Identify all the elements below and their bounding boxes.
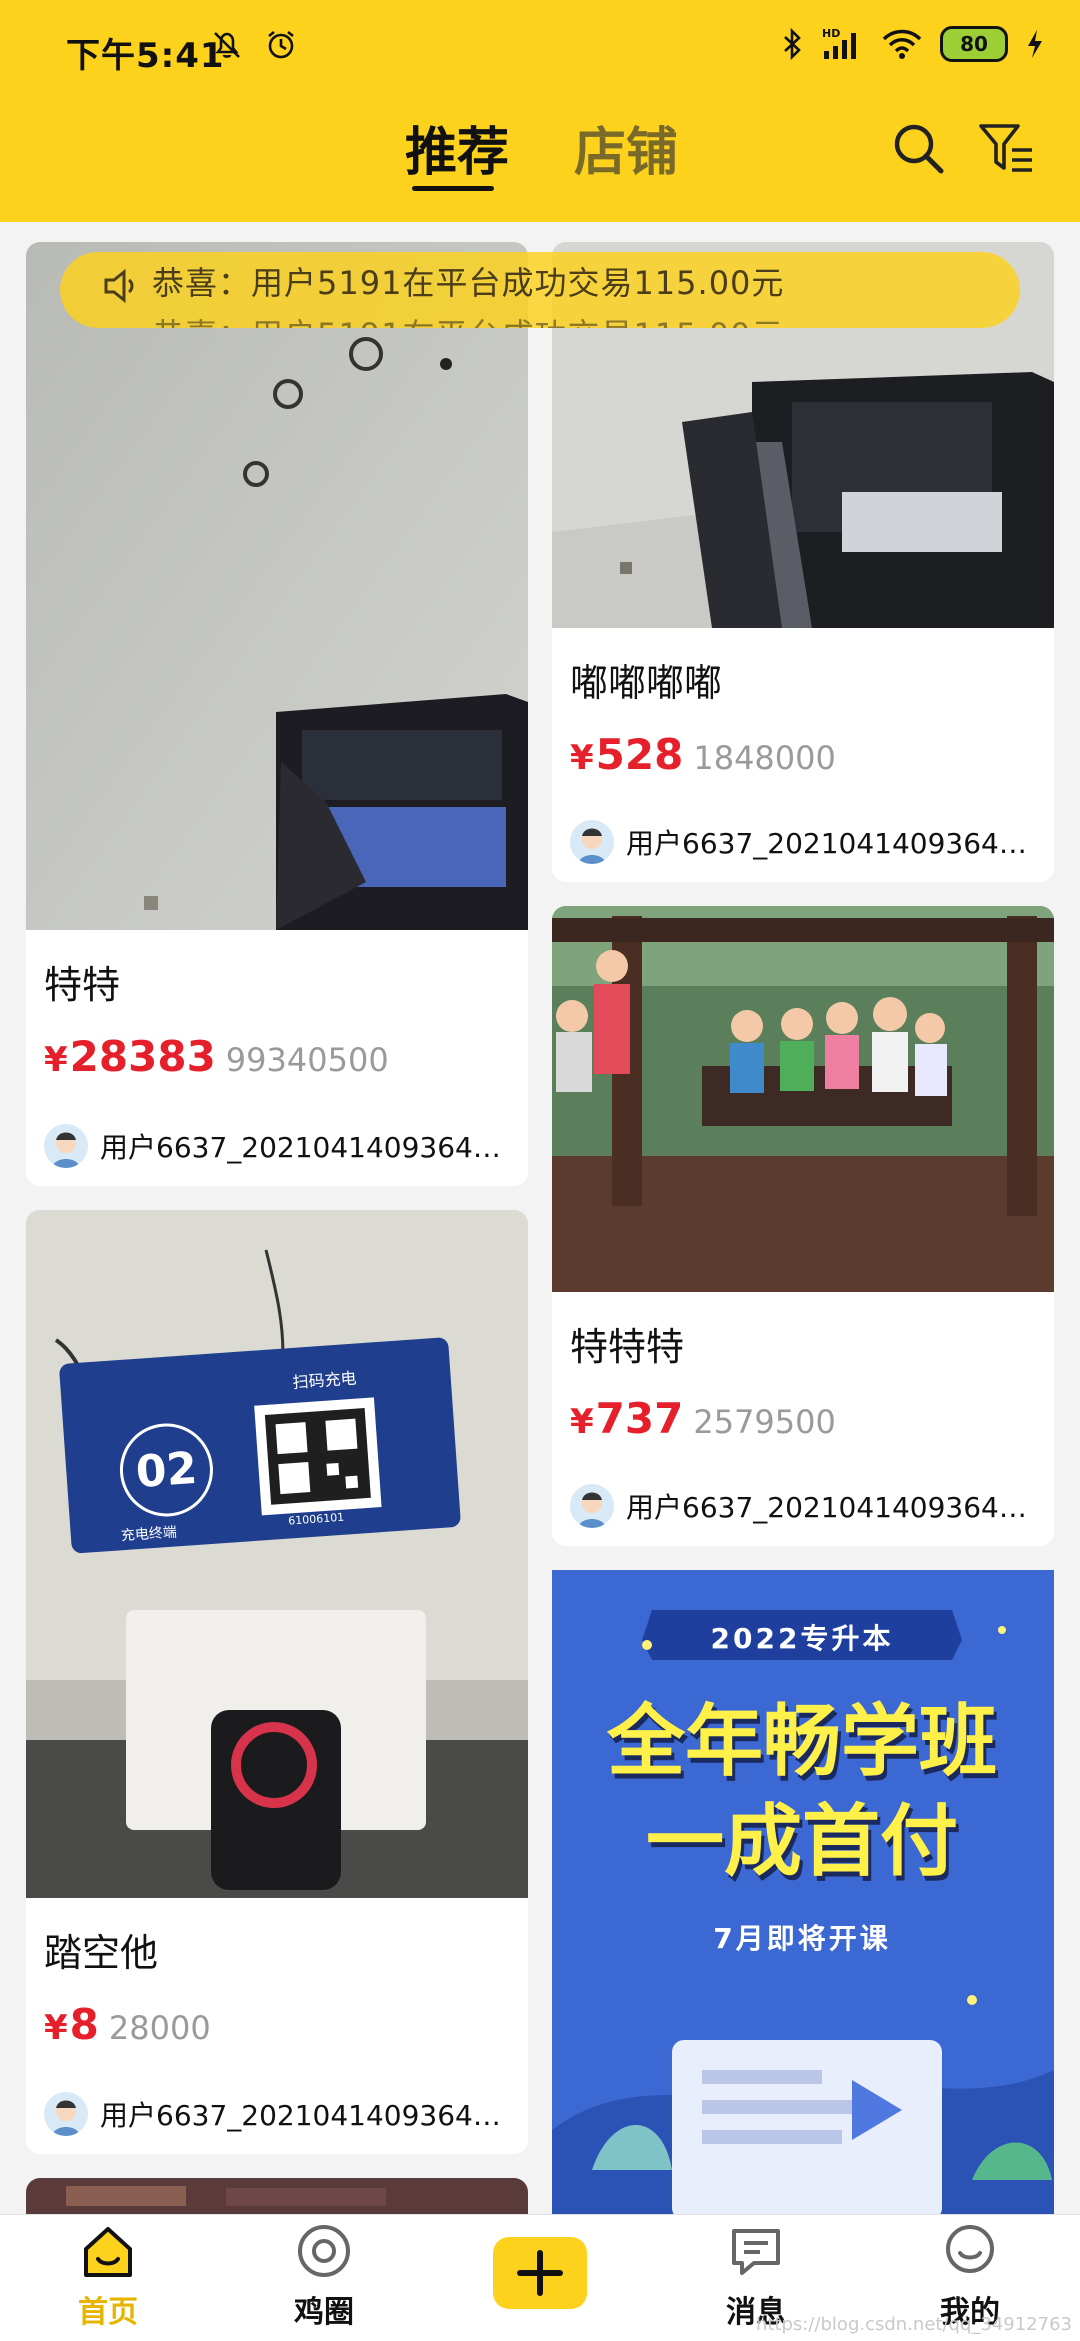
seller-row[interactable]: 用户6637_20210414093642... — [570, 820, 1030, 864]
notice-text-next: 恭喜：用户5191在平台成功交易115.00元 — [152, 310, 784, 328]
avatar — [44, 2092, 88, 2136]
product-card-1[interactable]: 特特 ¥ 28383 99340500 用户6637_2021041409364… — [26, 242, 528, 1186]
ad-sub: 7月即将开课 — [713, 1922, 890, 1955]
product-card-2[interactable]: 嘟嘟嘟嘟 ¥ 528 1848000 用户6637_20210414093642… — [552, 242, 1054, 882]
top-bar: 下午5:41 HD 80 推荐 店铺 — [0, 0, 1080, 222]
ad-banner-image: 2022专升本 全年畅学班 全年畅学班 一成首付 一成首付 7月即将开课 — [552, 1570, 1054, 2238]
product-title: 特特 — [44, 963, 121, 1007]
price-row: ¥ 8 28000 — [44, 2000, 211, 2049]
tab-recommend[interactable]: 推荐 — [405, 110, 509, 185]
profile-icon — [946, 2225, 994, 2273]
seller-name: 用户6637_20210414093642... — [626, 827, 1030, 860]
charging-icon — [1028, 30, 1042, 58]
price: 528 — [595, 730, 684, 779]
svg-text:HD: HD — [822, 27, 840, 40]
avatar — [44, 1124, 88, 1168]
seller-row[interactable]: 用户6637_20210414093642... — [570, 1484, 1030, 1528]
nav-circle[interactable]: 鸡圈 — [254, 2223, 394, 2331]
original-price: 28000 — [108, 2009, 211, 2047]
avatar — [570, 1484, 614, 1528]
price-row: ¥ 737 2579500 — [570, 1394, 836, 1443]
seller-name: 用户6637_20210414093642... — [100, 1131, 504, 1164]
avatar — [570, 820, 614, 864]
transaction-notice-marquee[interactable]: 恭喜：用户5191在平台成功交易115.00元 恭喜：用户5191在平台成功交易… — [60, 252, 1020, 328]
message-icon — [732, 2229, 780, 2275]
product-card-3[interactable]: 02 扫码充电 充电终端 61006101 踏空他 ¥ 8 28000 用户66… — [26, 1210, 528, 2154]
price: 8 — [69, 2000, 99, 2049]
currency-symbol: ¥ — [44, 2008, 68, 2048]
price-row: ¥ 528 1848000 — [570, 730, 836, 779]
active-tab-indicator — [412, 186, 494, 191]
currency-symbol: ¥ — [570, 1402, 594, 1442]
product-card-4[interactable]: 特特特 ¥ 737 2579500 用户6637_20210414093642.… — [552, 906, 1054, 1546]
plus-icon — [517, 2250, 563, 2296]
tab-shops[interactable]: 店铺 — [574, 110, 678, 185]
battery-indicator: 80 — [940, 26, 1008, 62]
seller-name: 用户6637_20210414093642... — [100, 2099, 504, 2132]
signal-icon: HD — [822, 27, 856, 59]
ad-line1: 全年畅学班 — [606, 1697, 997, 1787]
notice-text: 恭喜：用户5191在平台成功交易115.00元 — [152, 264, 785, 302]
bottom-navigation: 首页 鸡圈 消息 我的 https://blog.csdn.net/qq_349… — [0, 2214, 1080, 2341]
search-icon[interactable] — [890, 120, 946, 176]
original-price: 2579500 — [693, 1403, 836, 1441]
circle-icon — [298, 2225, 350, 2277]
product-photo: 02 扫码充电 充电终端 61006101 — [26, 1210, 528, 1898]
watermark: https://blog.csdn.net/qq_34912763 — [755, 2314, 1072, 2335]
seller-name: 用户6637_20210414093642... — [626, 1491, 1030, 1524]
original-price: 1848000 — [693, 739, 836, 777]
product-title: 嘟嘟嘟嘟 — [570, 661, 723, 705]
wifi-icon — [882, 29, 922, 59]
product-title: 特特特 — [570, 1325, 685, 1369]
charger-number: 02 — [134, 1443, 199, 1498]
ad-line2: 一成首付 — [646, 1797, 958, 1887]
nav-home-label: 首页 — [78, 2295, 138, 2330]
mute-bell-icon — [214, 32, 240, 58]
home-icon — [84, 2227, 132, 2277]
original-price: 99340500 — [225, 1041, 389, 1079]
nav-circle-label: 鸡圈 — [294, 2295, 354, 2330]
speaker-icon — [104, 268, 134, 304]
product-photo — [26, 242, 528, 930]
publish-button[interactable] — [493, 2237, 587, 2309]
ad-card[interactable]: 2022专升本 全年畅学班 全年畅学班 一成首付 一成首付 7月即将开课 — [552, 1570, 1054, 2238]
status-time: 下午5:41 — [66, 36, 225, 76]
price: 737 — [595, 1394, 684, 1443]
product-photo — [552, 906, 1054, 1292]
bluetooth-icon — [784, 27, 801, 61]
seller-row[interactable]: 用户6637_20210414093642... — [44, 2092, 504, 2136]
price: 28383 — [69, 1032, 216, 1081]
currency-symbol: ¥ — [570, 738, 594, 778]
seller-row[interactable]: 用户6637_20210414093642... — [44, 1124, 504, 1168]
product-title: 踏空他 — [44, 1931, 159, 1975]
alarm-icon — [268, 30, 294, 59]
ad-banner-label: 2022专升本 — [711, 1622, 894, 1655]
nav-home[interactable]: 首页 — [38, 2223, 178, 2331]
filter-icon[interactable] — [978, 120, 1034, 176]
price-row: ¥ 28383 99340500 — [44, 1032, 389, 1081]
status-bar: 下午5:41 HD 80 — [0, 0, 1080, 100]
currency-symbol: ¥ — [44, 1040, 68, 1080]
